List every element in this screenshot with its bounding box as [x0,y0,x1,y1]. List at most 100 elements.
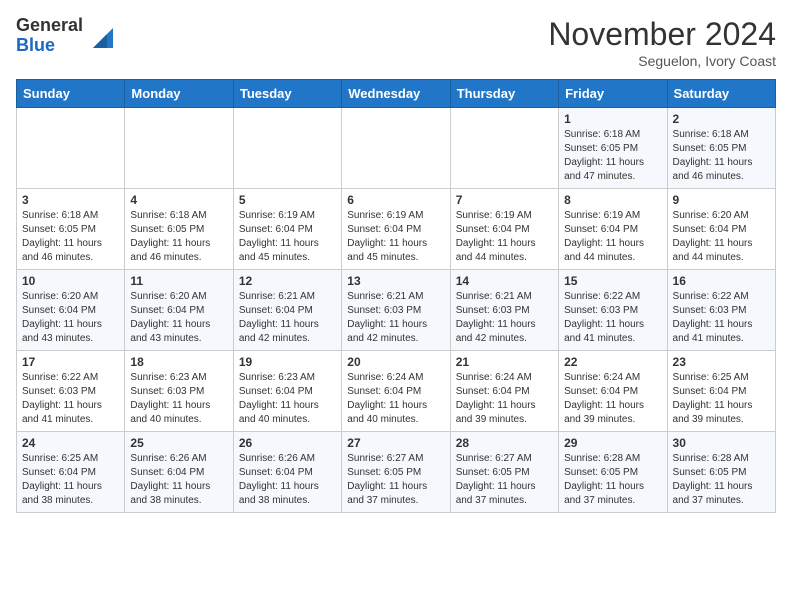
weekday-header-saturday: Saturday [667,80,775,108]
day-info: Sunrise: 6:24 AM Sunset: 6:04 PM Dayligh… [347,371,444,427]
logo-blue-text: Blue [16,36,83,56]
calendar-cell: 21 Sunrise: 6:24 AM Sunset: 6:04 PM Dayli… [450,351,558,432]
day-info: Sunrise: 6:25 AM Sunset: 6:04 PM Dayligh… [673,371,770,427]
calendar-cell: 11 Sunrise: 6:20 AM Sunset: 6:04 PM Dayli… [125,270,233,351]
calendar-cell: 28 Sunrise: 6:27 AM Sunset: 6:05 PM Dayli… [450,432,558,513]
calendar-cell: 7 Sunrise: 6:19 AM Sunset: 6:04 PM Daylig… [450,189,558,270]
day-info: Sunrise: 6:22 AM Sunset: 6:03 PM Dayligh… [22,371,119,427]
calendar-cell: 29 Sunrise: 6:28 AM Sunset: 6:05 PM Dayli… [559,432,667,513]
day-info: Sunrise: 6:28 AM Sunset: 6:05 PM Dayligh… [564,452,661,508]
calendar-cell: 5Sunrise: 6:19 AM Sunset: 6:04 PM Daylig… [233,189,341,270]
day-number: 3 [22,193,119,207]
day-number: 23 [673,355,770,369]
calendar-cell: 16Sunrise: 6:22 AM Sunset: 6:03 PM Dayli… [667,270,775,351]
page-header: General Blue November 2024 Seguelon, Ivo… [16,16,776,69]
calendar-cell [233,108,341,189]
day-info: Sunrise: 6:18 AM Sunset: 6:05 PM Dayligh… [130,209,227,265]
weekday-header-thursday: Thursday [450,80,558,108]
calendar-cell [342,108,450,189]
calendar-week-1: 1 Sunrise: 6:18 AM Sunset: 6:05 PM Daylig… [17,108,776,189]
day-number: 22 [564,355,661,369]
calendar-week-5: 24 Sunrise: 6:25 AM Sunset: 6:04 PM Dayli… [17,432,776,513]
day-info: Sunrise: 6:24 AM Sunset: 6:04 PM Dayligh… [456,371,553,427]
day-number: 26 [239,436,336,450]
calendar-cell: 25 Sunrise: 6:26 AM Sunset: 6:04 PM Dayli… [125,432,233,513]
day-number: 4 [130,193,227,207]
logo-icon [85,20,117,52]
calendar-cell: 10 Sunrise: 6:20 AM Sunset: 6:04 PM Dayli… [17,270,125,351]
calendar-cell [125,108,233,189]
calendar-cell: 2 Sunrise: 6:18 AM Sunset: 6:05 PM Daylig… [667,108,775,189]
day-number: 28 [456,436,553,450]
day-number: 30 [673,436,770,450]
day-number: 7 [456,193,553,207]
day-info: Sunrise: 6:21 AM Sunset: 6:03 PM Dayligh… [347,290,444,346]
calendar-week-2: 3 Sunrise: 6:18 AM Sunset: 6:05 PM Daylig… [17,189,776,270]
day-number: 11 [130,274,227,288]
day-number: 14 [456,274,553,288]
calendar-cell: 8Sunrise: 6:19 AM Sunset: 6:04 PM Daylig… [559,189,667,270]
calendar-cell: 12Sunrise: 6:21 AM Sunset: 6:04 PM Dayli… [233,270,341,351]
day-number: 29 [564,436,661,450]
calendar-cell: 18Sunrise: 6:23 AM Sunset: 6:03 PM Dayli… [125,351,233,432]
day-info: Sunrise: 6:26 AM Sunset: 6:04 PM Dayligh… [130,452,227,508]
day-info: Sunrise: 6:28 AM Sunset: 6:05 PM Dayligh… [673,452,770,508]
calendar-cell: 27 Sunrise: 6:27 AM Sunset: 6:05 PM Dayli… [342,432,450,513]
calendar-cell: 3Sunrise: 6:18 AM Sunset: 6:05 PM Daylig… [17,189,125,270]
day-info: Sunrise: 6:19 AM Sunset: 6:04 PM Dayligh… [239,209,336,265]
calendar-cell: 13Sunrise: 6:21 AM Sunset: 6:03 PM Dayli… [342,270,450,351]
day-info: Sunrise: 6:18 AM Sunset: 6:05 PM Dayligh… [564,128,661,184]
logo-general-text: General [16,16,83,36]
day-number: 10 [22,274,119,288]
calendar-week-3: 10 Sunrise: 6:20 AM Sunset: 6:04 PM Dayli… [17,270,776,351]
day-info: Sunrise: 6:24 AM Sunset: 6:04 PM Dayligh… [564,371,661,427]
calendar-cell: 6 Sunrise: 6:19 AM Sunset: 6:04 PM Daylig… [342,189,450,270]
day-number: 1 [564,112,661,126]
calendar-cell [17,108,125,189]
day-info: Sunrise: 6:22 AM Sunset: 6:03 PM Dayligh… [564,290,661,346]
weekday-header-friday: Friday [559,80,667,108]
calendar-cell: 9 Sunrise: 6:20 AM Sunset: 6:04 PM Daylig… [667,189,775,270]
calendar-cell: 4 Sunrise: 6:18 AM Sunset: 6:05 PM Daylig… [125,189,233,270]
day-number: 12 [239,274,336,288]
day-number: 2 [673,112,770,126]
calendar-cell: 22 Sunrise: 6:24 AM Sunset: 6:04 PM Dayli… [559,351,667,432]
day-info: Sunrise: 6:20 AM Sunset: 6:04 PM Dayligh… [130,290,227,346]
calendar-cell: 26 Sunrise: 6:26 AM Sunset: 6:04 PM Dayli… [233,432,341,513]
weekday-header-wednesday: Wednesday [342,80,450,108]
location-text: Seguelon, Ivory Coast [548,53,776,69]
calendar-cell: 23 Sunrise: 6:25 AM Sunset: 6:04 PM Dayli… [667,351,775,432]
day-number: 8 [564,193,661,207]
calendar-cell: 14Sunrise: 6:21 AM Sunset: 6:03 PM Dayli… [450,270,558,351]
calendar-cell: 24 Sunrise: 6:25 AM Sunset: 6:04 PM Dayli… [17,432,125,513]
day-number: 27 [347,436,444,450]
day-number: 21 [456,355,553,369]
day-number: 20 [347,355,444,369]
day-number: 18 [130,355,227,369]
day-info: Sunrise: 6:19 AM Sunset: 6:04 PM Dayligh… [347,209,444,265]
day-info: Sunrise: 6:26 AM Sunset: 6:04 PM Dayligh… [239,452,336,508]
day-info: Sunrise: 6:18 AM Sunset: 6:05 PM Dayligh… [673,128,770,184]
day-info: Sunrise: 6:19 AM Sunset: 6:04 PM Dayligh… [456,209,553,265]
day-info: Sunrise: 6:25 AM Sunset: 6:04 PM Dayligh… [22,452,119,508]
weekday-header-sunday: Sunday [17,80,125,108]
day-info: Sunrise: 6:20 AM Sunset: 6:04 PM Dayligh… [673,209,770,265]
title-section: November 2024 Seguelon, Ivory Coast [548,16,776,69]
day-number: 15 [564,274,661,288]
day-number: 19 [239,355,336,369]
day-number: 6 [347,193,444,207]
calendar-cell: 19Sunrise: 6:23 AM Sunset: 6:04 PM Dayli… [233,351,341,432]
day-number: 25 [130,436,227,450]
day-info: Sunrise: 6:27 AM Sunset: 6:05 PM Dayligh… [347,452,444,508]
weekday-header-monday: Monday [125,80,233,108]
day-info: Sunrise: 6:27 AM Sunset: 6:05 PM Dayligh… [456,452,553,508]
calendar-cell: 1 Sunrise: 6:18 AM Sunset: 6:05 PM Daylig… [559,108,667,189]
month-title: November 2024 [548,16,776,53]
day-number: 16 [673,274,770,288]
weekday-header-tuesday: Tuesday [233,80,341,108]
calendar-table: SundayMondayTuesdayWednesdayThursdayFrid… [16,79,776,513]
day-number: 24 [22,436,119,450]
day-number: 9 [673,193,770,207]
calendar-cell: 17Sunrise: 6:22 AM Sunset: 6:03 PM Dayli… [17,351,125,432]
day-info: Sunrise: 6:20 AM Sunset: 6:04 PM Dayligh… [22,290,119,346]
